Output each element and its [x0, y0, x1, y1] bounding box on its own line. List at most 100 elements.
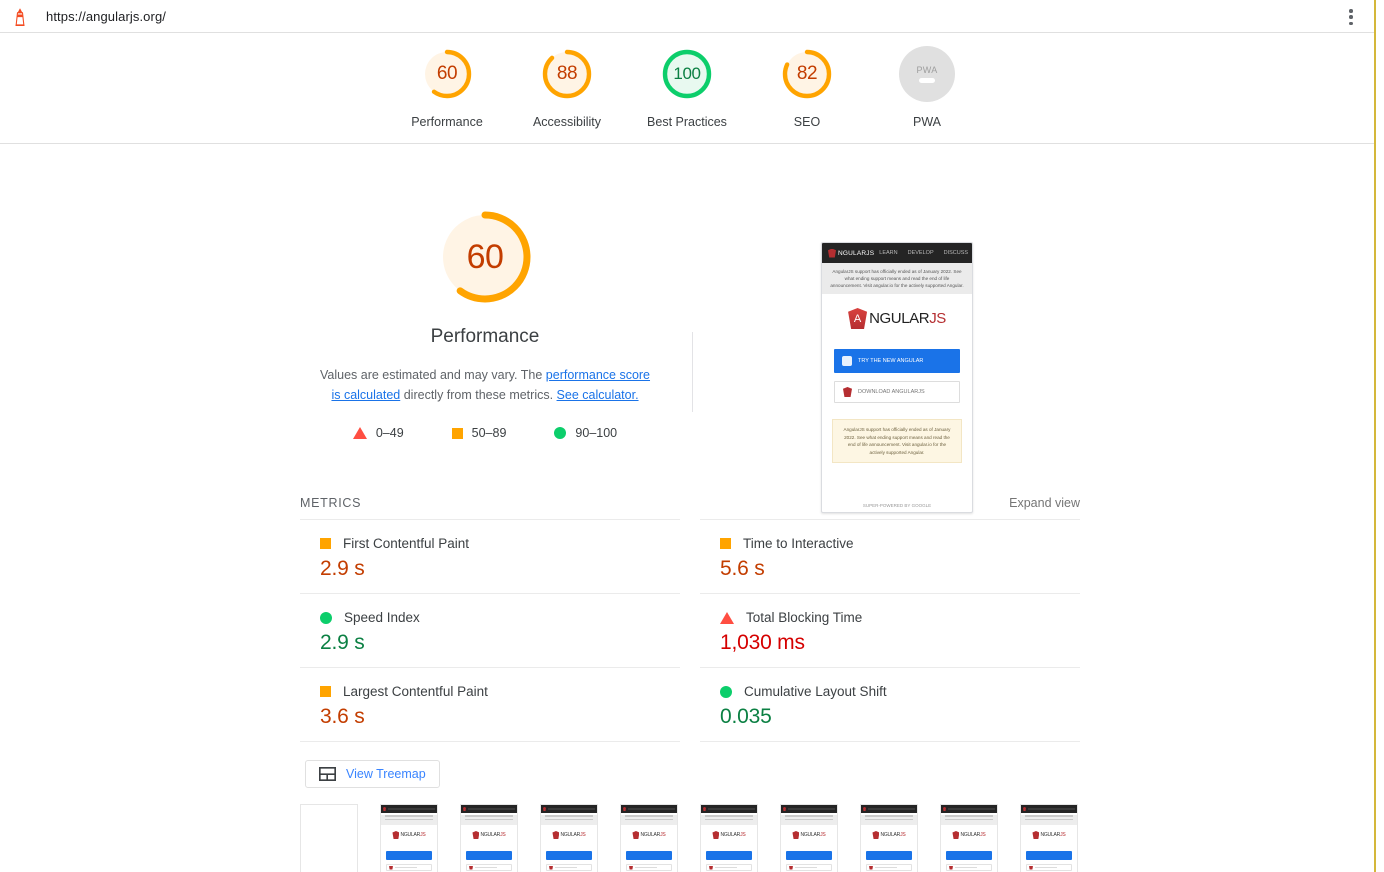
- hero-vertical-divider: [692, 332, 693, 412]
- score-item-performance[interactable]: 60 Performance: [387, 33, 507, 129]
- desc-mid: directly from these metrics.: [400, 388, 557, 402]
- circle-icon: [720, 685, 732, 698]
- gauge-value-best-practices: 100: [673, 64, 701, 83]
- screenshot-primary-button: TRY THE NEW ANGULAR: [834, 349, 960, 373]
- legend-range-pass: 90–100: [575, 426, 618, 440]
- gauge-seo: 82: [779, 46, 835, 102]
- screenshot-nav-learn: LEARN: [879, 250, 898, 256]
- gauge-value-performance: 60: [436, 63, 458, 84]
- screenshot-nav-develop: DEVELOP: [907, 250, 934, 256]
- screenshot-filmstrip: NGULARJS NGULARJS NGULARJS NGULARJS NGUL…: [300, 804, 1090, 872]
- angular-mark-icon: [842, 356, 852, 366]
- gauge-performance: 60: [419, 46, 475, 102]
- metrics-grid: First Contentful Paint 2.9 s Time to Int…: [300, 519, 1080, 741]
- view-treemap-label: View Treemap: [346, 767, 426, 781]
- circle-icon: [320, 611, 332, 624]
- filmstrip-frame[interactable]: NGULARJS: [700, 804, 758, 872]
- legend-range-fail: 0–49: [375, 426, 404, 440]
- metric-value: 2.9 s: [320, 631, 365, 654]
- screenshot-primary-button-label: TRY THE NEW ANGULAR: [858, 358, 924, 364]
- performance-gauge-large: 60: [434, 206, 536, 308]
- filmstrip-frame[interactable]: NGULARJS: [940, 804, 998, 872]
- filmstrip-frame[interactable]: NGULARJS: [780, 804, 838, 872]
- gauge-label-performance: Performance: [411, 115, 483, 129]
- filmstrip-frame[interactable]: NGULARJS: [620, 804, 678, 872]
- gauge-accessibility: 88: [539, 46, 595, 102]
- performance-hero: 60 Performance Values are estimated and …: [300, 188, 1080, 518]
- metric-name: Largest Contentful Paint: [343, 684, 488, 699]
- square-icon: [320, 538, 331, 549]
- performance-hero-left: 60 Performance Values are estimated and …: [300, 188, 670, 440]
- legend-item-fail: 0–49: [352, 426, 404, 440]
- right-gap: [1376, 0, 1384, 872]
- gauge-pwa: PWA: [899, 46, 955, 102]
- score-item-pwa[interactable]: PWA PWA: [867, 33, 987, 129]
- category-score-strip: 60 Performance 88 Accessibility 100 Best…: [0, 33, 1374, 143]
- triangle-icon: [720, 611, 734, 624]
- metric-name: Speed Index: [344, 610, 420, 625]
- circle-icon: [554, 427, 567, 439]
- screenshot-brand: NGULARJS: [828, 248, 875, 258]
- legend-item-average: 50–89: [451, 426, 507, 440]
- metric-value: 3.6 s: [320, 705, 365, 728]
- desc-pre: Values are estimated and may vary. The: [319, 368, 546, 382]
- gauge-label-seo: SEO: [793, 115, 821, 129]
- final-screenshot: NGULARJS LEARN DEVELOP DISCUSS AngularJS…: [821, 242, 973, 513]
- performance-title: Performance: [430, 326, 540, 347]
- metric-value: 1,030 ms: [720, 631, 805, 654]
- triangle-icon: [352, 427, 367, 439]
- filmstrip-frame[interactable]: NGULARJS: [540, 804, 598, 872]
- metric-cumulative-layout-shift[interactable]: Cumulative Layout Shift 0.035: [700, 667, 1080, 741]
- metric-largest-contentful-paint[interactable]: Largest Contentful Paint 3.6 s: [300, 667, 680, 741]
- filmstrip-frame[interactable]: [300, 804, 358, 872]
- screenshot-secondary-button-label: DOWNLOAD ANGULARJS: [858, 389, 925, 395]
- metric-name: First Contentful Paint: [343, 536, 470, 551]
- lighthouse-icon: [15, 7, 25, 26]
- gauge-value-seo: 82: [796, 63, 818, 84]
- url-text: https://angularjs.org/: [46, 9, 166, 24]
- metric-value: 0.035: [720, 705, 772, 728]
- filmstrip-frame[interactable]: NGULARJS: [1020, 804, 1078, 872]
- square-icon: [320, 686, 331, 697]
- expand-view-toggle[interactable]: Expand view: [1009, 496, 1080, 510]
- score-item-accessibility[interactable]: 88 Accessibility: [507, 33, 627, 129]
- screenshot-banner: AngularJS support has officially ended a…: [822, 263, 972, 294]
- metric-name: Cumulative Layout Shift: [744, 684, 887, 699]
- metric-time-to-interactive[interactable]: Time to Interactive 5.6 s: [700, 519, 1080, 593]
- metric-first-contentful-paint[interactable]: First Contentful Paint 2.9 s: [300, 519, 680, 593]
- square-icon: [451, 427, 463, 439]
- gauge-value-accessibility: 88: [556, 63, 578, 84]
- gauge-label-pwa: PWA: [912, 115, 941, 129]
- metric-total-blocking-time[interactable]: Total Blocking Time 1,030 ms: [700, 593, 1080, 667]
- metrics-rule-right: [700, 741, 1080, 742]
- pwa-null-dash: [919, 78, 935, 83]
- screenshot-navbar: NGULARJS LEARN DEVELOP DISCUSS: [822, 243, 972, 263]
- angular-shield-icon: [828, 248, 836, 258]
- filmstrip-frame[interactable]: NGULARJS: [380, 804, 438, 872]
- metric-value: 5.6 s: [720, 557, 765, 580]
- screenshot-nav-links: LEARN DEVELOP DISCUSS: [879, 250, 968, 256]
- screenshot-brand-text: NGULARJS: [838, 249, 875, 257]
- metric-speed-index[interactable]: Speed Index 2.9 s: [300, 593, 680, 667]
- report-body: 60 Performance Values are estimated and …: [0, 144, 1374, 872]
- kebab-menu-icon[interactable]: [1342, 7, 1360, 27]
- angular-logo-icon: A: [848, 308, 868, 329]
- score-item-best-practices[interactable]: 100 Best Practices: [627, 33, 747, 129]
- filmstrip-frame[interactable]: NGULARJS: [460, 804, 518, 872]
- performance-gauge-value: 60: [466, 237, 504, 276]
- screenshot-hero-text: NGULARJS: [869, 310, 946, 327]
- screenshot-eol-note: AngularJS support has officially ended a…: [832, 419, 962, 463]
- screenshot-nav-discuss: DISCUSS: [943, 250, 969, 256]
- screenshot-secondary-button: DOWNLOAD ANGULARJS: [834, 381, 960, 403]
- square-icon: [720, 538, 731, 549]
- treemap-icon: [319, 767, 336, 781]
- devtools-panel-border: [1374, 0, 1376, 872]
- hero-word-accent: JS: [929, 310, 946, 327]
- score-item-seo[interactable]: 82 SEO: [747, 33, 867, 129]
- legend-range-average: 50–89: [471, 426, 507, 440]
- lighthouse-report-page: https://angularjs.org/ 60 Performance 88…: [0, 0, 1384, 872]
- filmstrip-frame[interactable]: NGULARJS: [860, 804, 918, 872]
- see-calculator-link[interactable]: See calculator.: [557, 388, 639, 402]
- angular-shield-icon-2: [843, 387, 852, 397]
- view-treemap-button[interactable]: View Treemap: [305, 760, 440, 788]
